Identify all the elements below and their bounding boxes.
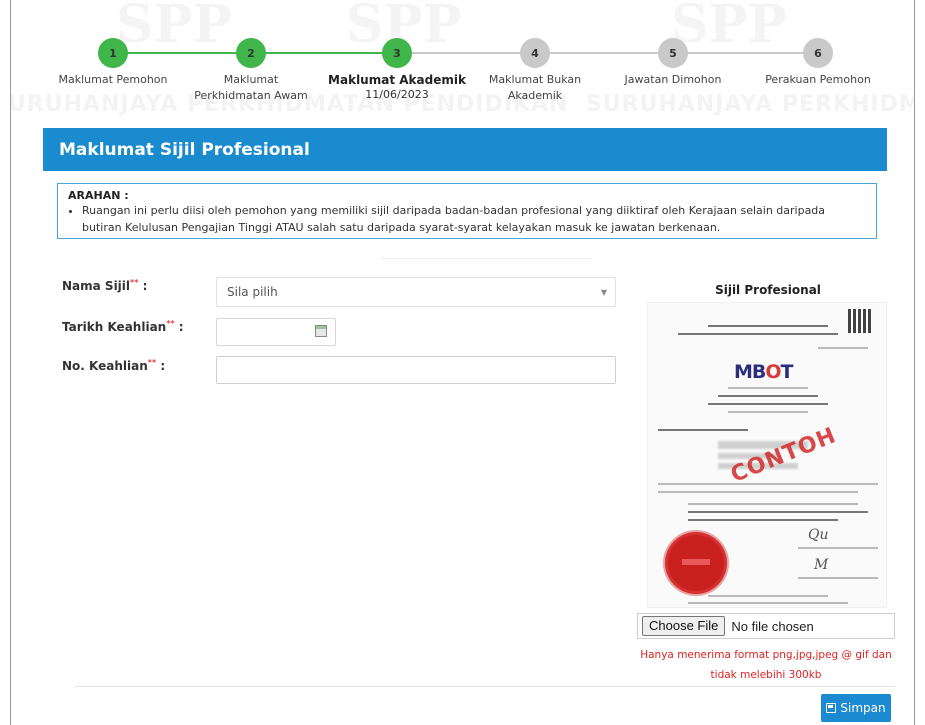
step-number: 1 (98, 38, 128, 68)
qr-code-icon (848, 309, 872, 333)
step-date: 11/06/2023 (365, 88, 429, 101)
step-jawatan-dimohon[interactable]: 5 Jawatan Dimohon (603, 38, 743, 88)
expertise-date-input[interactable] (216, 318, 336, 346)
cert-name-label: Nama Sijil** : (62, 278, 148, 293)
expertise-date-label: Tarikh Keahlian** : (62, 319, 184, 334)
step-number: 5 (658, 38, 688, 68)
application-frame: SPP SPP SPP SURUHANJAYA PERKHIDMATAN PEN… (10, 0, 915, 725)
file-format-hint: Hanya menerima format png,jpg,jpeg @ gif… (640, 649, 892, 681)
step-label: Maklumat Akademik (328, 73, 466, 87)
instruction-box: ARAHAN : Ruangan ini perlu diisi oleh pe… (57, 183, 877, 239)
instruction-title: ARAHAN : (68, 189, 129, 202)
step-maklumat-perkhidmatan-awam[interactable]: 2 Maklumat Perkhidmatan Awam (181, 38, 321, 104)
step-label: Jawatan Dimohon (624, 73, 722, 86)
save-label: Simpan (840, 701, 886, 715)
footer-divider (75, 686, 895, 687)
step-label: Perakuan Pemohon (765, 73, 871, 86)
instruction-list: Ruangan ini perlu diisi oleh pemohon yan… (82, 202, 866, 236)
step-label: Maklumat Perkhidmatan Awam (194, 73, 308, 102)
preview-title: Sijil Profesional (715, 283, 821, 297)
save-button[interactable]: Simpan (821, 694, 891, 722)
membership-no-input[interactable] (216, 356, 616, 384)
step-number: 6 (803, 38, 833, 68)
step-number: 2 (236, 38, 266, 68)
signature: Qu (808, 527, 829, 543)
instruction-text: Ruangan ini perlu diisi oleh pemohon yan… (82, 202, 866, 236)
file-upload[interactable]: Choose File No file chosen (637, 613, 895, 639)
divider (381, 258, 591, 259)
step-maklumat-bukan-akademik[interactable]: 4 Maklumat Bukan Akademik (465, 38, 605, 104)
choose-file-button[interactable]: Choose File (642, 616, 726, 636)
signature: M (814, 557, 829, 573)
section-title: Maklumat Sijil Profesional (43, 128, 887, 171)
membership-no-label: No. Keahlian** : (62, 358, 166, 373)
file-status: No file chosen (731, 618, 814, 634)
calendar-icon[interactable] (315, 325, 327, 337)
step-maklumat-pemohon[interactable]: 1 Maklumat Pemohon (43, 38, 183, 88)
step-perakuan-pemohon[interactable]: 6 Perakuan Pemohon (748, 38, 888, 88)
progress-stepper: 1 Maklumat Pemohon 2 Maklumat Perkhidmat… (11, 0, 914, 120)
step-label: Maklumat Bukan Akademik (488, 73, 582, 102)
sample-certificate-image: MBOT CONTOH Qu M (647, 302, 887, 608)
professional-cert-card: Maklumat Sijil Profesional ARAHAN : Ruan… (43, 128, 895, 722)
floppy-disk-icon (826, 703, 837, 713)
step-label: Maklumat Pemohon (58, 73, 168, 86)
step-maklumat-akademik[interactable]: 3 Maklumat Akademik 11/06/2023 (327, 38, 467, 101)
step-number: 3 (382, 38, 412, 68)
red-seal-icon (668, 535, 724, 591)
step-number: 4 (520, 38, 550, 68)
cert-name-select[interactable]: Sila pilih ▼ (216, 277, 616, 307)
cert-name-value: Sila pilih (227, 285, 278, 299)
mbot-logo: MBOT (734, 361, 794, 383)
chevron-down-icon: ▼ (600, 288, 607, 297)
